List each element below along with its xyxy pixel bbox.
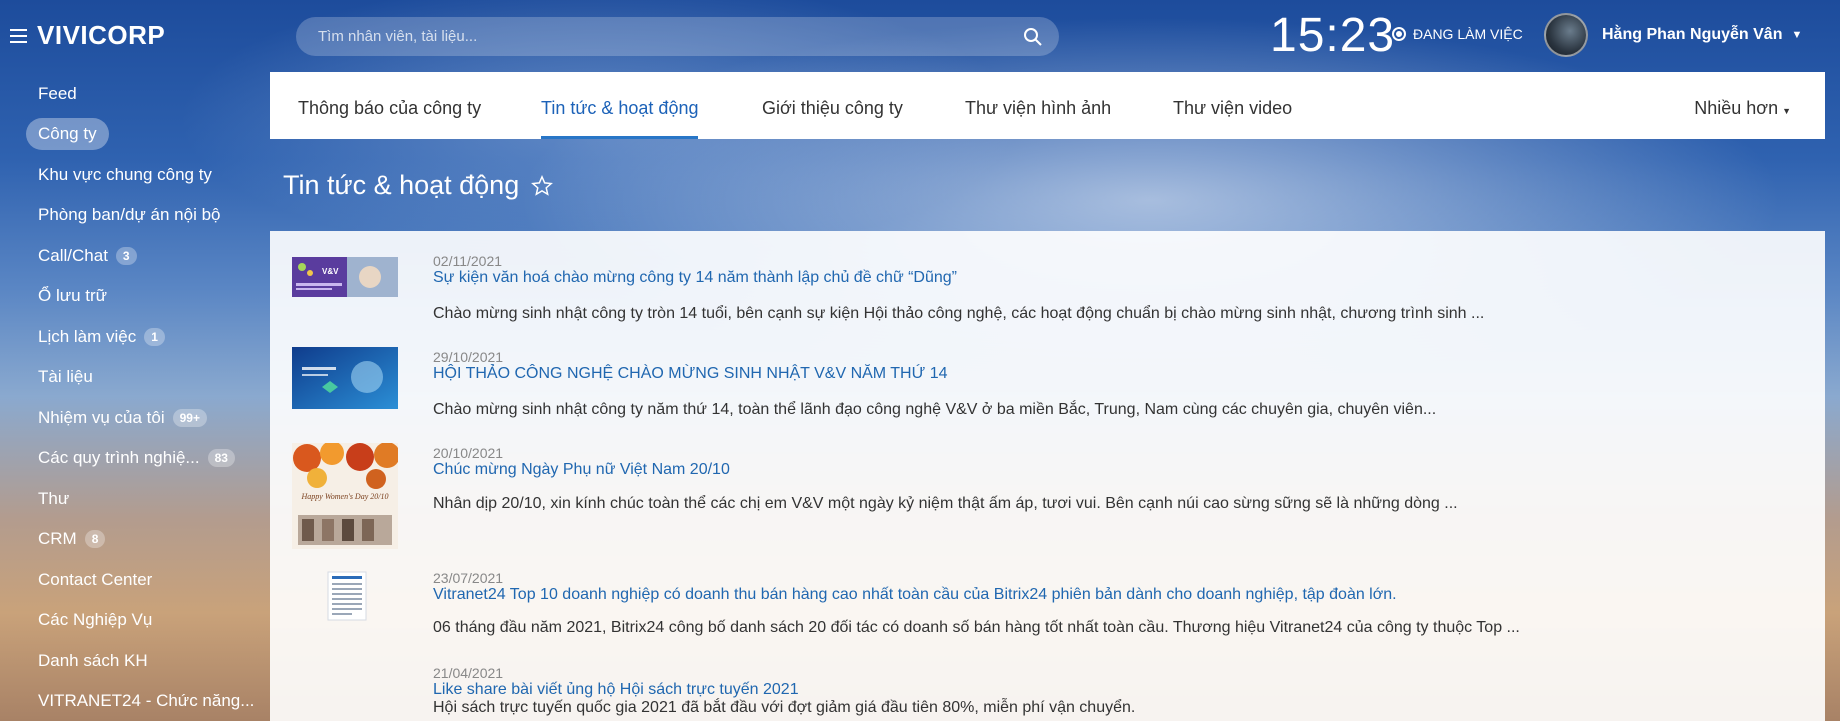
count-badge: 1 xyxy=(144,328,165,346)
thumbnail-caption: V&V xyxy=(322,267,339,276)
sidebar-item-label: Các Nghiệp Vụ xyxy=(38,610,153,629)
news-item: 23/07/2021 Vitranet24 Top 10 doanh nghiệ… xyxy=(292,570,1792,640)
sidebar-item-label: Ổ lưu trữ xyxy=(38,286,108,305)
sidebar-item-label: Các quy trình nghiệ... xyxy=(38,448,200,467)
status-icon xyxy=(1392,27,1406,41)
news-excerpt: Chào mừng sinh nhật công ty năm thứ 14, … xyxy=(433,401,1437,418)
sidebar-item-feed[interactable]: Feed xyxy=(26,78,89,110)
count-badge: 3 xyxy=(115,247,137,265)
sidebar-item-label: Tài liệu xyxy=(38,367,93,386)
news-thumbnail[interactable]: V&V xyxy=(292,257,398,297)
sidebar-item-business[interactable]: Các Nghiệp Vụ xyxy=(26,604,164,636)
sidebar: Feed Công ty Khu vực chung công ty Phòng… xyxy=(0,72,270,721)
count-badge: 99+ xyxy=(172,409,207,427)
sidebar-item-contact-center[interactable]: Contact Center xyxy=(26,564,164,596)
more-tabs-button[interactable]: Nhiều hơn ▼ xyxy=(1694,72,1791,139)
news-date: 23/07/2021 xyxy=(433,570,504,586)
sidebar-item-vitranet24[interactable]: VITRANET24 - Chức năng... xyxy=(26,685,266,717)
news-thumbnail[interactable] xyxy=(292,347,398,409)
sidebar-item-label: Danh sách KH xyxy=(38,651,148,670)
news-item: 29/10/2021 HỘI THẢO CÔNG NGHỆ CHÀO MỪNG … xyxy=(292,347,1792,419)
clock: 15:23 xyxy=(1270,9,1396,62)
page-title-text: Tin tức & hoạt động xyxy=(283,170,520,200)
avatar xyxy=(1544,13,1588,57)
news-title-link[interactable]: Vitranet24 Top 10 doanh nghiệp có doanh … xyxy=(433,586,1397,604)
sidebar-item-my-tasks[interactable]: Nhiệm vụ của tôi 99+ xyxy=(26,402,219,434)
sidebar-item-workflows[interactable]: Các quy trình nghiệ... 83 xyxy=(26,442,247,474)
news-date: 02/11/2021 xyxy=(433,253,503,269)
tab-photo-library[interactable]: Thư viện hình ảnh xyxy=(965,72,1111,139)
tabs-bar: Thông báo của công ty Tin tức & hoạt độn… xyxy=(270,72,1825,139)
news-excerpt: Hội sách trực tuyến quốc gia 2021 đã bắt… xyxy=(433,699,1136,716)
work-status-button[interactable]: ĐANG LÀM VIỆC xyxy=(1392,26,1523,42)
search-input[interactable] xyxy=(318,17,1018,56)
top-header: VIVICORP 15:23 ĐANG LÀM VIỆC Hằng Phan N… xyxy=(0,0,1840,72)
news-date: 21/04/2021 xyxy=(433,665,504,681)
sidebar-item-company[interactable]: Công ty xyxy=(26,118,109,150)
news-excerpt: Nhân dịp 20/10, xin kính chúc toàn thể c… xyxy=(433,495,1458,512)
sidebar-item-calendar[interactable]: Lịch làm việc 1 xyxy=(26,321,177,353)
news-item: 21/04/2021 Like share bài viết ủng hộ Hộ… xyxy=(292,665,1792,721)
sidebar-item-label: CRM xyxy=(38,529,77,548)
count-badge: 8 xyxy=(84,530,106,548)
status-label: ĐANG LÀM VIỆC xyxy=(1413,26,1523,42)
tab-company-intro[interactable]: Giới thiệu công ty xyxy=(762,72,903,139)
user-menu[interactable]: Hằng Phan Nguyễn Vân ▼ xyxy=(1544,13,1802,57)
news-item: Happy Women's Day 20/10 20/10/2021 Chúc … xyxy=(292,443,1792,551)
news-panel: V&V 02/11/2021 Sự kiện văn hoá chào mừng… xyxy=(270,231,1825,721)
chevron-down-icon: ▼ xyxy=(1791,29,1803,41)
sidebar-item-label: Call/Chat xyxy=(38,246,108,265)
news-excerpt: Chào mừng sinh nhật công ty tròn 14 tuổi… xyxy=(433,305,1485,322)
sidebar-item-label: Phòng ban/dự án nội bộ xyxy=(38,205,221,224)
sidebar-item-label: Lịch làm việc xyxy=(38,327,137,346)
search-icon[interactable] xyxy=(1023,27,1043,47)
page-title: Tin tức & hoạt động xyxy=(283,170,554,201)
sidebar-item-call-chat[interactable]: Call/Chat 3 xyxy=(26,240,149,272)
tab-video-library[interactable]: Thư viện video xyxy=(1173,72,1292,139)
tab-company-announcements[interactable]: Thông báo của công ty xyxy=(298,72,481,139)
news-thumbnail[interactable] xyxy=(292,570,398,622)
sidebar-item-company-area[interactable]: Khu vực chung công ty xyxy=(26,159,224,191)
sidebar-item-departments[interactable]: Phòng ban/dự án nội bộ xyxy=(26,199,232,231)
sidebar-item-label: Contact Center xyxy=(38,570,153,589)
news-excerpt: 06 tháng đầu năm 2021, Bitrix24 công bố … xyxy=(433,619,1520,636)
count-badge: 83 xyxy=(207,449,235,467)
sidebar-item-customers[interactable]: Danh sách KH xyxy=(26,645,160,677)
star-icon[interactable] xyxy=(531,174,554,197)
news-title-link[interactable]: Chúc mừng Ngày Phụ nữ Việt Nam 20/10 xyxy=(433,461,730,479)
news-title-link[interactable]: Like share bài viết ủng hộ Hội sách trực… xyxy=(433,681,799,699)
sidebar-item-storage[interactable]: Ổ lưu trữ xyxy=(26,280,119,312)
sidebar-item-label: Thư xyxy=(38,489,70,508)
news-item: V&V 02/11/2021 Sự kiện văn hoá chào mừng… xyxy=(292,253,1792,323)
sidebar-item-mail[interactable]: Thư xyxy=(26,483,81,515)
logo[interactable]: VIVICORP xyxy=(37,20,165,51)
sidebar-item-label: Nhiệm vụ của tôi xyxy=(38,408,165,427)
tab-news-activities[interactable]: Tin tức & hoạt động xyxy=(541,72,699,139)
sidebar-item-label: Feed xyxy=(38,84,77,103)
sidebar-item-label: Công ty xyxy=(38,124,97,143)
news-date: 20/10/2021 xyxy=(433,445,504,461)
more-tabs-label: Nhiều hơn xyxy=(1694,98,1779,118)
news-date: 29/10/2021 xyxy=(433,349,504,365)
sidebar-item-label: Khu vực chung công ty xyxy=(38,165,212,184)
news-thumbnail[interactable]: Happy Women's Day 20/10 xyxy=(292,443,398,549)
thumbnail-caption: Happy Women's Day 20/10 xyxy=(301,492,389,501)
news-title-link[interactable]: HỘI THẢO CÔNG NGHỆ CHÀO MỪNG SINH NHẬT V… xyxy=(433,365,948,383)
hamburger-icon[interactable] xyxy=(10,29,27,43)
chevron-down-icon: ▼ xyxy=(1782,106,1791,116)
sidebar-item-crm[interactable]: CRM 8 xyxy=(26,523,117,555)
sidebar-item-documents[interactable]: Tài liệu xyxy=(26,361,105,393)
news-title-link[interactable]: Sự kiện văn hoá chào mừng công ty 14 năm… xyxy=(433,269,957,287)
sidebar-item-label: VITRANET24 - Chức năng... xyxy=(38,691,255,710)
search-box xyxy=(296,17,1059,56)
user-name: Hằng Phan Nguyễn Vân xyxy=(1602,26,1783,43)
